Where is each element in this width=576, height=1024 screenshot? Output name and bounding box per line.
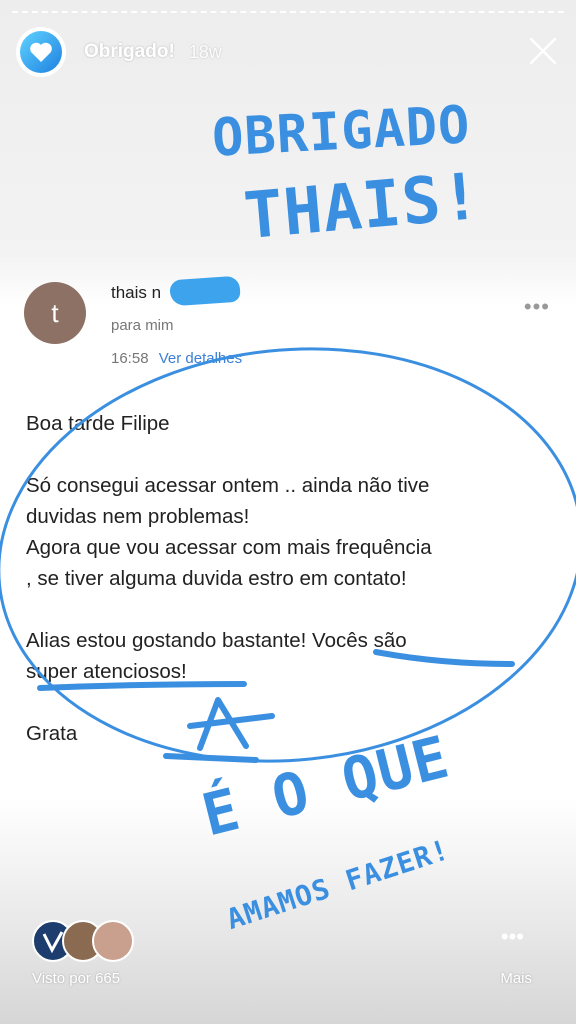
email-body: Boa tarde Filipe Só consegui acessar ont… — [26, 408, 552, 780]
story-header: Obrigado! 18w — [16, 26, 560, 78]
more-button[interactable]: Mais — [500, 970, 532, 987]
story-title[interactable]: Obrigado! — [84, 41, 175, 63]
email-time: 16:58 — [111, 350, 149, 367]
close-icon[interactable] — [526, 34, 560, 68]
email-line: duvidas nem problemas! — [26, 505, 250, 528]
email-line: Só consegui acessar ontem .. ainda não t… — [26, 474, 430, 497]
email-paragraph-1: Só consegui acessar ontem .. ainda não t… — [26, 470, 552, 594]
email-time-row: 16:58 Ver detalhes — [111, 350, 242, 367]
story-age: 18w — [188, 41, 222, 62]
viewer-avatars[interactable] — [32, 920, 134, 962]
heart-icon — [30, 42, 52, 62]
more-dots-icon[interactable]: ••• — [501, 924, 524, 950]
story-footer: Visto por 665 ••• Mais — [0, 914, 576, 1024]
email-line: , se tiver alguma duvida estro em contat… — [26, 567, 407, 590]
more-options-icon[interactable]: ••• — [524, 294, 550, 320]
email-greeting: Boa tarde Filipe — [26, 412, 170, 435]
story-avatar[interactable] — [16, 27, 66, 77]
avatar — [92, 920, 134, 962]
recipient-label: para mim — [111, 317, 174, 334]
email-line: Agora que vou acessar com mais frequênci… — [26, 536, 432, 559]
sender-name: thais n — [111, 283, 162, 302]
email-paragraph-2: Alias estou gostando bastante! Vocês são… — [26, 625, 552, 687]
story-progress-bar — [12, 11, 564, 16]
details-link[interactable]: Ver detalhes — [159, 350, 242, 367]
email-signoff: Grata — [26, 722, 78, 745]
seen-by-count[interactable]: Visto por 665 — [32, 970, 120, 987]
email-line: super atenciosos! — [26, 660, 187, 683]
email-line: Alias estou gostando bastante! Vocês são — [26, 629, 407, 652]
sender-avatar[interactable]: t — [24, 282, 86, 344]
redaction-mark — [169, 275, 241, 307]
